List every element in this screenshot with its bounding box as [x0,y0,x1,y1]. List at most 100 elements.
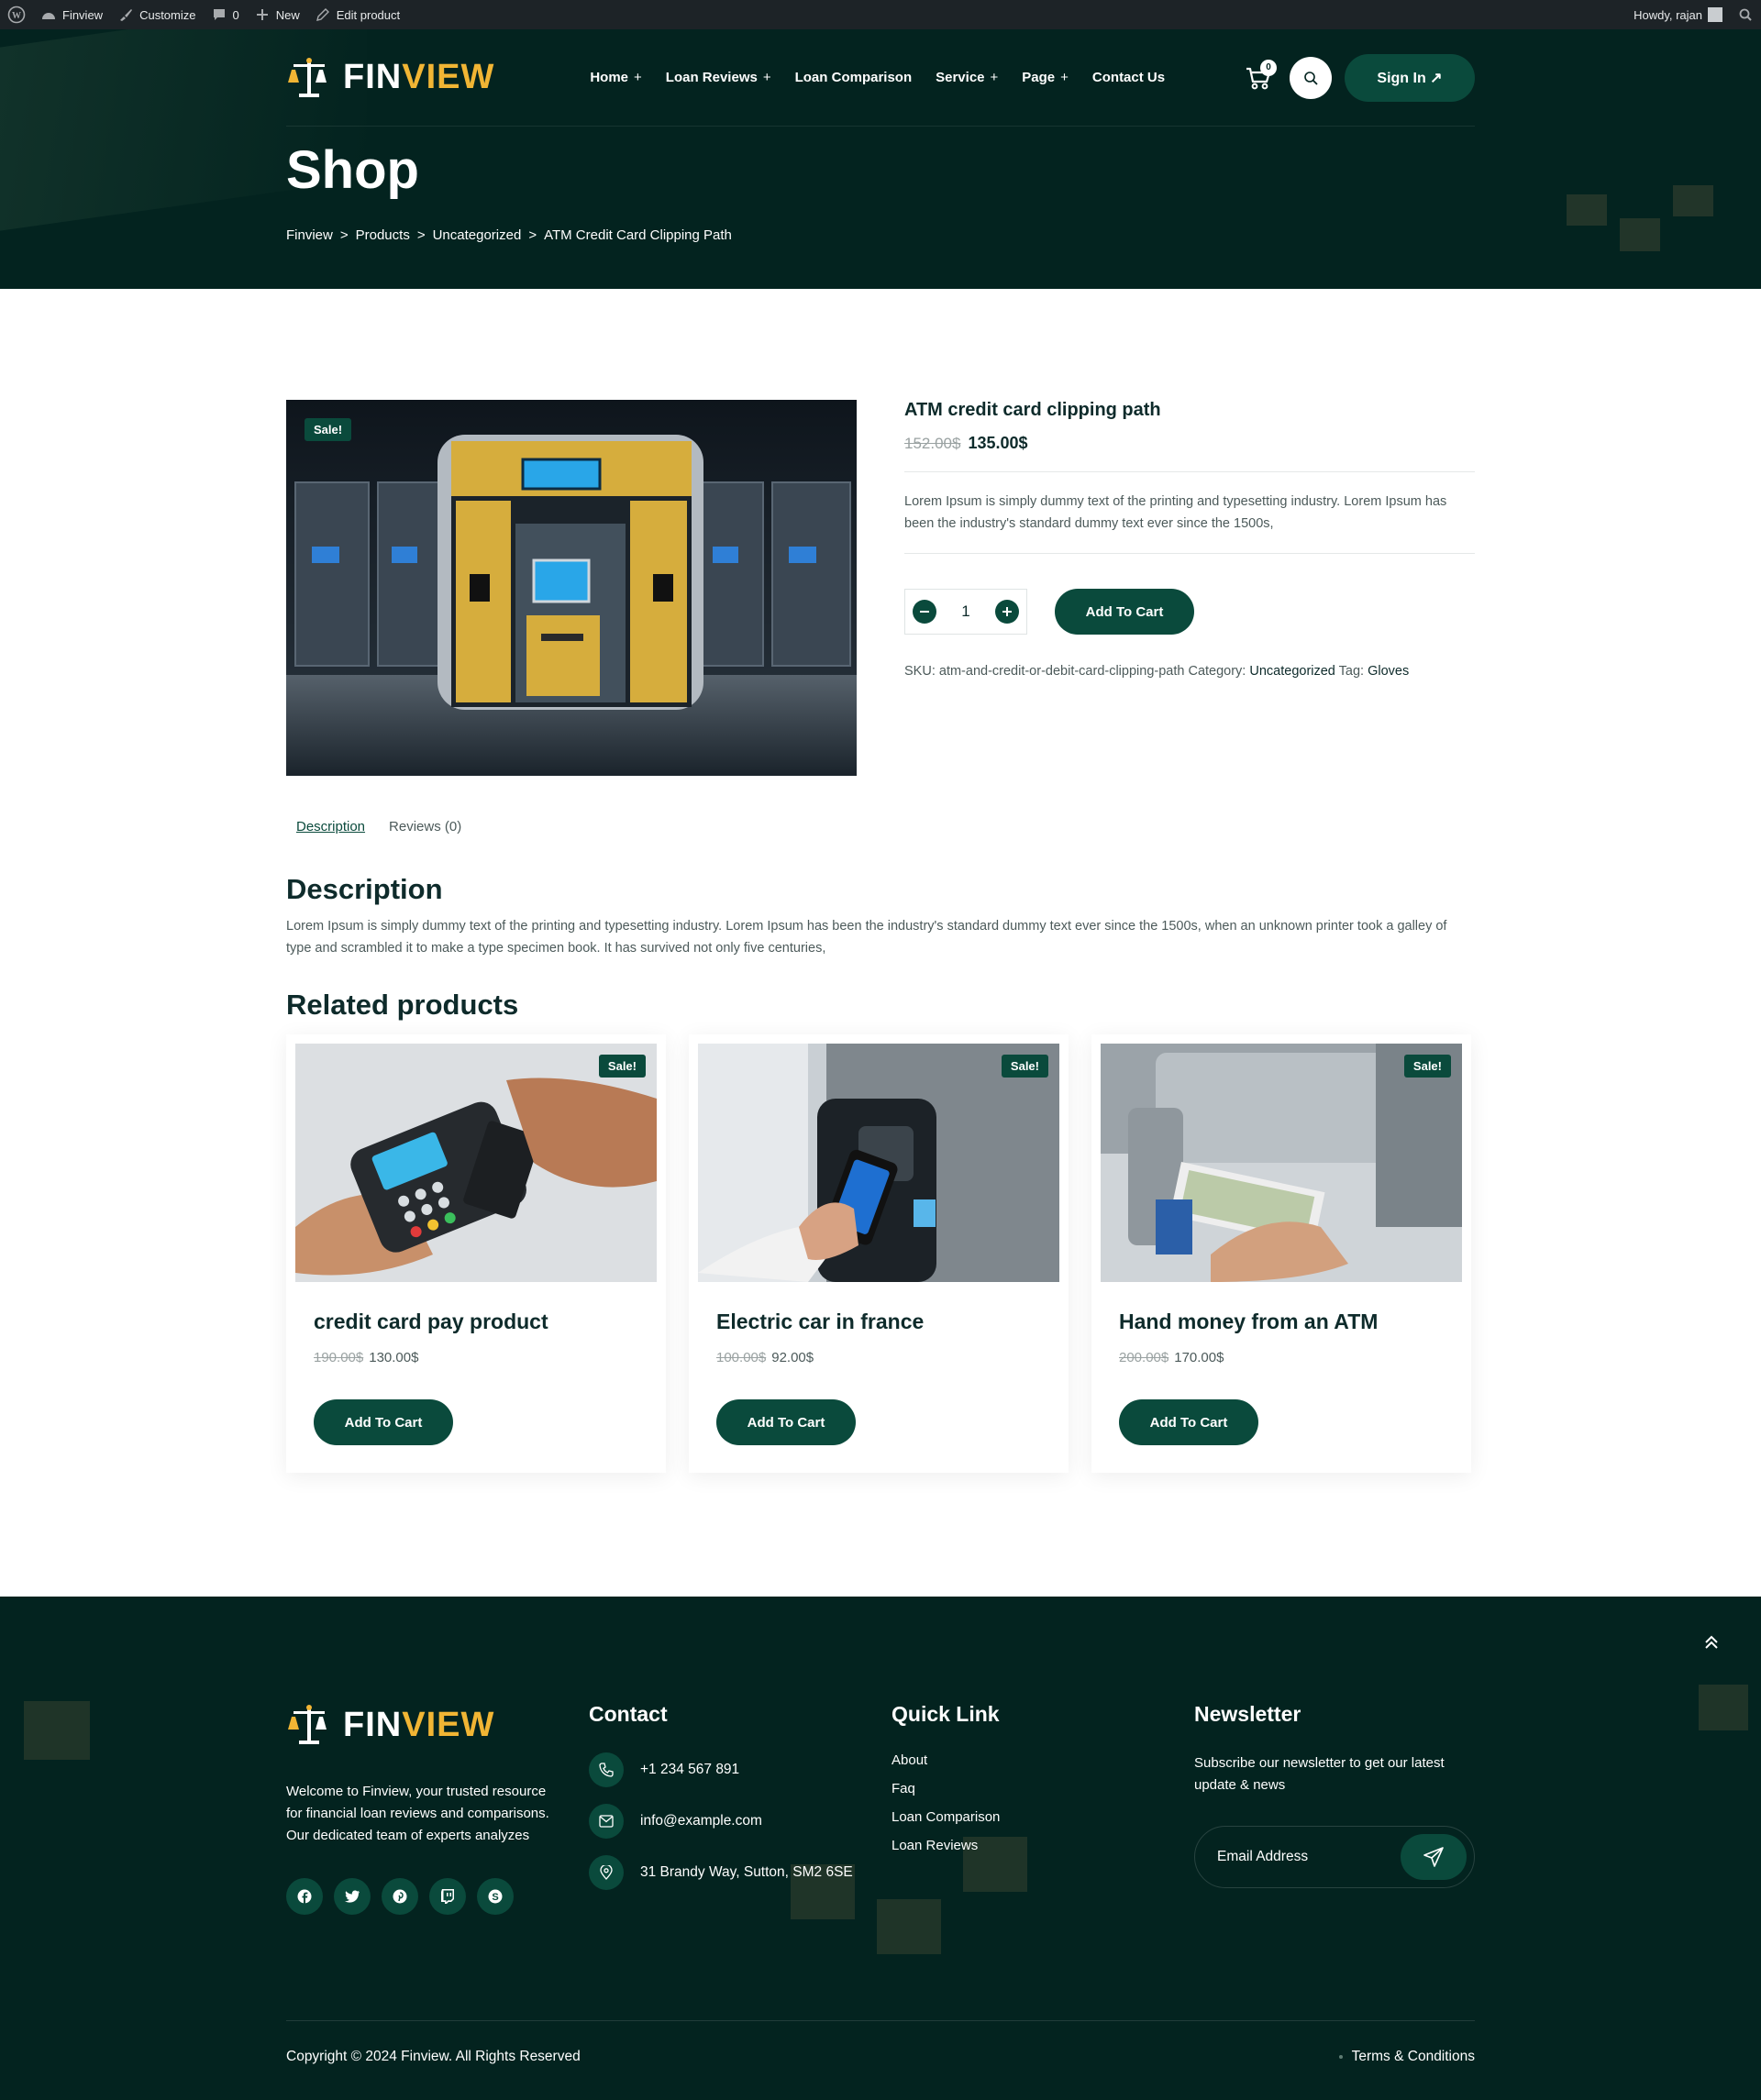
admin-account-menu[interactable]: Howdy, rajan [1626,0,1730,29]
product-card-image[interactable] [1101,1044,1462,1282]
scroll-to-top-button[interactable] [1699,1630,1724,1655]
admin-site-label: Finview [62,7,104,22]
footer-logo[interactable]: FINVIEW [286,1702,561,1748]
quick-link-loan-reviews[interactable]: Loan Reviews [892,1838,1000,1853]
pinterest-link[interactable] [382,1878,418,1915]
plus-icon [1002,607,1012,616]
admin-site-link[interactable]: Finview [33,0,110,29]
admin-search-button[interactable] [1730,0,1761,29]
copyright-text: Copyright © 2024 Finview. All Rights Res… [286,2049,581,2064]
scale-logo-icon [288,1705,327,1744]
tab-reviews[interactable]: Reviews (0) [389,819,461,834]
nav-service[interactable]: Service + [936,70,998,85]
quick-link-faq[interactable]: Faq [892,1781,1000,1796]
product-short-description: Lorem Ipsum is simply dummy text of the … [904,472,1475,554]
facebook-link[interactable] [286,1878,323,1915]
search-icon [1737,6,1754,23]
quick-link-about[interactable]: About [892,1752,1000,1768]
sku-label: SKU: [904,664,936,679]
category-link[interactable]: Uncategorized [1249,664,1335,679]
add-to-cart-button[interactable]: Add To Cart [314,1399,453,1445]
decrease-quantity-button[interactable] [913,600,936,624]
atm-cash-illustration [1101,1044,1462,1282]
skype-icon: S [488,1889,503,1904]
related-products-heading: Related products [286,989,519,1021]
increase-quantity-button[interactable] [995,600,1019,624]
admin-new-label: New [275,7,300,22]
product-card-title[interactable]: credit card pay product [314,1310,548,1334]
footer-newsletter: Newsletter Subscribe our newsletter to g… [1194,1702,1475,1888]
product-card-title[interactable]: Hand money from an ATM [1119,1310,1378,1334]
nav-contact-us[interactable]: Contact Us [1092,70,1165,85]
breadcrumb-products[interactable]: Products [356,227,410,243]
contact-email-text: info@example.com [640,1813,762,1829]
cart-button[interactable]: 0 [1240,59,1277,96]
sale-price: 135.00$ [968,434,1028,452]
footer-newsletter-heading: Newsletter [1194,1702,1301,1726]
sign-in-button[interactable]: Sign In ↗ [1345,53,1475,102]
contact-phone-text: +1 234 567 891 [640,1762,740,1777]
terms-link[interactable]: Terms & Conditions [1338,2049,1475,2065]
site-logo[interactable]: FINVIEW [286,55,494,101]
phone-icon [589,1752,624,1787]
breadcrumb-home[interactable]: Finview [286,227,333,243]
nav-loan-comparison[interactable]: Loan Comparison [795,70,913,85]
breadcrumb-separator: > [339,227,349,243]
cart-count-badge: 0 [1260,59,1277,76]
atm-kiosk-illustration [286,400,857,776]
add-to-cart-button[interactable]: Add To Cart [716,1399,856,1445]
contact-phone[interactable]: +1 234 567 891 [589,1752,853,1787]
admin-edit-link[interactable]: Edit product [307,0,407,29]
wp-logo-icon[interactable]: W [0,0,33,29]
nav-page[interactable]: Page + [1022,70,1069,85]
admin-customize-link[interactable]: Customize [110,0,203,29]
product-image[interactable]: Sale! [286,400,857,776]
admin-new-link[interactable]: New [247,0,307,29]
dashboard-icon [40,6,57,23]
product-summary: ATM credit card clipping path 152.00$ 13… [904,400,1475,679]
nav-loan-reviews[interactable]: Loan Reviews + [666,70,771,85]
scale-logo-icon [288,57,327,97]
description-text: Lorem Ipsum is simply dummy text of the … [286,919,1447,956]
product-card-image[interactable] [698,1044,1059,1282]
category-label: Category: [1188,664,1246,679]
breadcrumb-separator: > [416,227,426,243]
add-to-cart-button[interactable]: Add To Cart [1119,1399,1258,1445]
newsletter-form [1194,1826,1475,1888]
newsletter-email-input[interactable] [1217,1849,1401,1865]
admin-bar: W Finview Customize 0 New Edit product H… [0,0,1761,29]
newsletter-submit-button[interactable] [1401,1834,1467,1880]
product-card: Sale! credit card pay product 190.00$ 130… [286,1034,666,1473]
tag-label: Tag: [1338,664,1365,679]
facebook-icon [297,1889,312,1904]
double-chevron-up-icon [1705,1635,1718,1649]
product-card-title[interactable]: Electric car in france [716,1310,924,1334]
add-to-cart-button[interactable]: Add To Cart [1055,589,1194,635]
bullet-icon [1338,2055,1343,2059]
tag-link[interactable]: Gloves [1368,664,1409,679]
product-tabs: Description Reviews (0) [286,819,461,834]
twitter-icon [345,1890,360,1903]
svg-text:W: W [12,11,21,21]
logo-text: FINVIEW [343,58,495,96]
search-button[interactable] [1290,56,1332,99]
nav-home[interactable]: Home + [590,70,641,85]
contact-email[interactable]: info@example.com [589,1804,853,1839]
quantity-input[interactable]: 1 [961,602,969,621]
site-header: FINVIEW Home + Loan Reviews + Loan Compari… [286,29,1475,127]
sale-badge: Sale! [305,418,352,441]
footer-about: FINVIEW Welcome to Finview, your trusted… [286,1702,561,1915]
twitter-link[interactable] [334,1878,371,1915]
skype-link[interactable]: S [477,1878,514,1915]
contact-address[interactable]: 31 Brandy Way, Sutton, SM2 6SE [589,1855,853,1890]
minus-icon [920,611,929,613]
admin-comments-link[interactable]: 0 [204,0,247,29]
footer-contact-heading: Contact [589,1702,668,1726]
breadcrumb-category[interactable]: Uncategorized [433,227,522,243]
quick-link-loan-comparison[interactable]: Loan Comparison [892,1809,1000,1825]
tab-description[interactable]: Description [296,819,365,834]
product-card-image[interactable] [295,1044,657,1282]
product-price: 152.00$ 135.00$ [904,434,1475,472]
terms-label: Terms & Conditions [1351,2049,1475,2064]
twitch-link[interactable] [429,1878,466,1915]
